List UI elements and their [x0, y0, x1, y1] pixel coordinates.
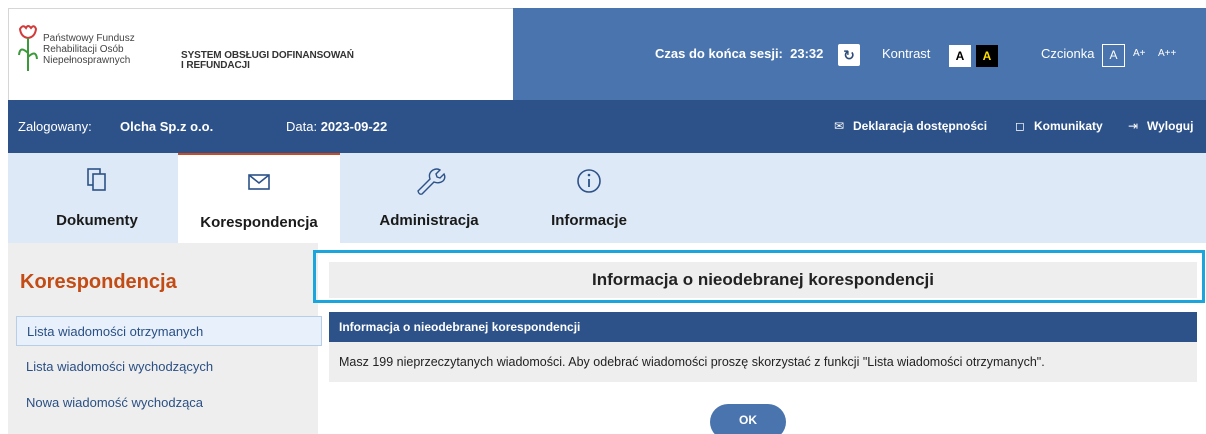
- info-icon: [577, 169, 601, 193]
- accessibility-link-label: Deklaracja dostępności: [853, 119, 988, 133]
- sidebar: Korespondencja Lista wiadomości otrzyman…: [8, 243, 322, 434]
- sidebar-item-received[interactable]: Lista wiadomości otrzymanych: [16, 316, 322, 346]
- date-value: 2023-09-22: [320, 119, 388, 134]
- logout-icon: ⇥: [1127, 119, 1139, 133]
- system-title: SYSTEM OBSŁUGI DOFINANSOWAŃ I REFUNDACJI: [181, 51, 401, 71]
- wrench-icon: [417, 168, 446, 195]
- session-timer-label: Czas do końca sesji:: [655, 46, 783, 61]
- current-date: Data: 2023-09-22: [286, 119, 387, 134]
- main-tabs: Dokumenty Korespondencja Administracja I…: [8, 153, 1206, 243]
- bell-icon: ◻: [1015, 119, 1025, 133]
- tab-label: Dokumenty: [56, 212, 138, 229]
- font-large-button[interactable]: A+: [1133, 48, 1146, 59]
- app-header: Państwowy Fundusz Rehabilitacji Osób Nie…: [0, 0, 1206, 100]
- org-name-line: Rehabilitacji Osób: [43, 44, 124, 55]
- logged-in-user: Olcha Sp.z o.o.: [120, 119, 214, 134]
- refresh-icon: ↻: [843, 47, 855, 63]
- envelope-open-icon: ✉: [833, 119, 845, 133]
- font-size-label: Czcionka: [1041, 46, 1095, 61]
- tab-informacje[interactable]: Informacje: [508, 153, 670, 243]
- logout-link-label: Wyloguj: [1147, 119, 1194, 133]
- tab-label: Administracja: [379, 212, 479, 229]
- org-name-line: Państwowy Fundusz: [43, 33, 135, 44]
- sidebar-title: Korespondencja: [20, 271, 177, 293]
- contrast-high-button[interactable]: A: [976, 45, 998, 67]
- system-title-line: I REFUNDACJI: [181, 60, 250, 71]
- sidebar-item-outgoing[interactable]: Lista wiadomości wychodzących: [16, 352, 322, 382]
- contrast-label: Kontrast: [882, 46, 931, 61]
- org-name-line: Niepełnosprawnych: [43, 55, 131, 66]
- user-info-bar: Zalogowany: Olcha Sp.z o.o. Data: 2023-0…: [8, 100, 1206, 153]
- session-timer: Czas do końca sesji: 23:32: [655, 46, 823, 61]
- tab-korespondencja[interactable]: Korespondencja: [178, 153, 340, 243]
- session-toolbar: Czas do końca sesji: 23:32 ↻ Kontrast A …: [513, 8, 1206, 100]
- logged-in-label: Zalogowany:: [18, 119, 92, 134]
- unread-message-info: Masz 199 nieprzeczytanych wiadomości. Ab…: [329, 342, 1197, 382]
- tab-administracja[interactable]: Administracja: [348, 153, 510, 243]
- pfron-logo-icon: [18, 25, 38, 71]
- panel-header: Informacja o nieodebranej korespondencji: [329, 312, 1197, 342]
- org-name: Państwowy Fundusz Rehabilitacji Osób Nie…: [43, 33, 163, 66]
- documents-icon: [87, 168, 106, 191]
- font-normal-button[interactable]: A: [1102, 44, 1125, 67]
- tab-label: Informacje: [551, 212, 627, 229]
- session-timer-value: 23:32: [790, 46, 824, 61]
- messages-link[interactable]: ◻ Komunikaty: [1012, 119, 1103, 133]
- date-label: Data:: [286, 119, 318, 134]
- refresh-session-button[interactable]: ↻: [838, 44, 860, 66]
- font-xlarge-button[interactable]: A++: [1158, 48, 1176, 59]
- ok-button[interactable]: OK: [710, 404, 786, 434]
- envelope-icon: [248, 174, 270, 190]
- contrast-normal-button[interactable]: A: [949, 45, 971, 67]
- accessibility-link[interactable]: ✉ Deklaracja dostępności: [831, 119, 987, 133]
- logo-area: Państwowy Fundusz Rehabilitacji Osób Nie…: [8, 8, 513, 100]
- tab-label: Korespondencja: [200, 214, 318, 231]
- logout-link[interactable]: ⇥ Wyloguj: [1125, 119, 1193, 133]
- messages-link-label: Komunikaty: [1034, 119, 1103, 133]
- sidebar-item-new-message[interactable]: Nowa wiadomość wychodząca: [16, 388, 322, 418]
- focus-highlight: [313, 250, 1205, 303]
- tab-dokumenty[interactable]: Dokumenty: [16, 153, 178, 243]
